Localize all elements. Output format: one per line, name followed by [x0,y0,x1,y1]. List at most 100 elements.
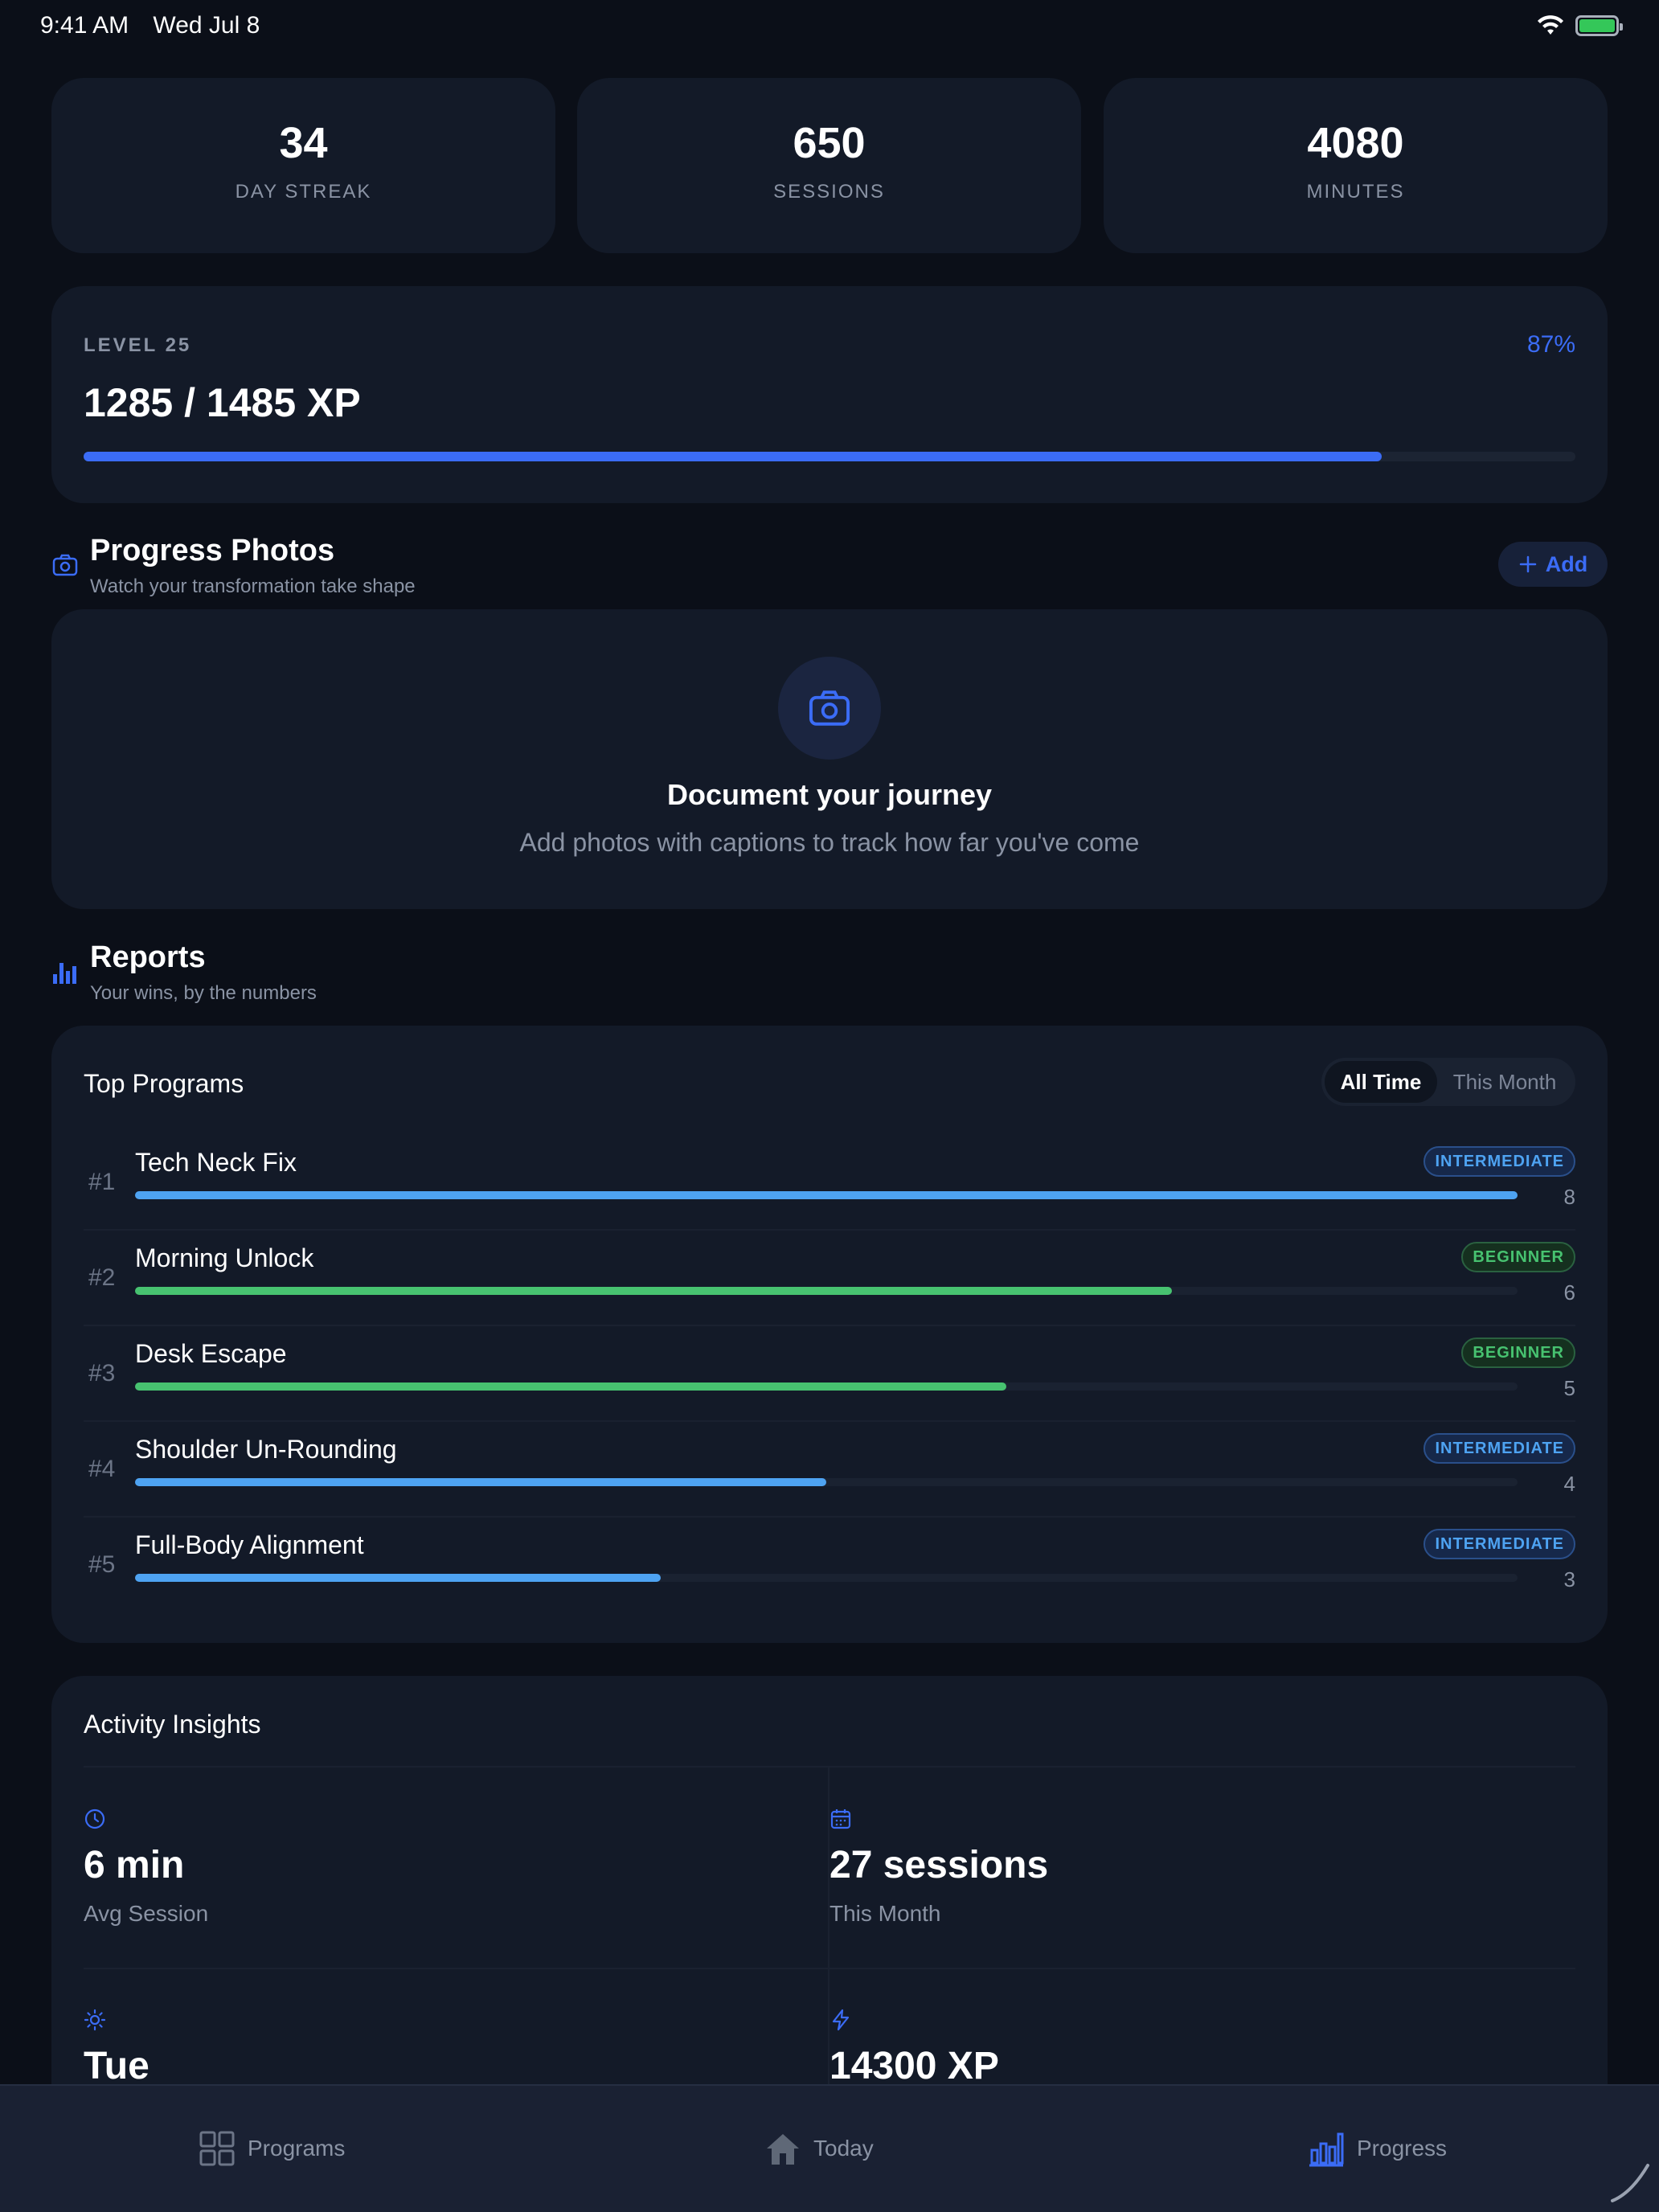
program-row[interactable]: #2 Morning Unlock BEGINNER 6 [84,1231,1575,1326]
insight-label: This Month [830,1901,941,1926]
program-name: Desk Escape [135,1339,287,1368]
segment-this-month[interactable]: This Month [1437,1061,1572,1103]
battery-icon [1575,15,1623,36]
activity-insights-title: Activity Insights [84,1710,261,1739]
program-name: Shoulder Un-Rounding [135,1435,397,1464]
status-date: Wed Jul 8 [153,12,260,39]
insight-value: 14300 XP [830,2045,999,2087]
difficulty-badge: BEGINNER [1461,1337,1575,1368]
time-range-segmented-control: All Time This Month [1321,1058,1575,1106]
top-programs-title: Top Programs [84,1069,244,1098]
progress-photos-header: Progress Photos Watch your transformatio… [51,534,1608,598]
difficulty-badge: INTERMEDIATE [1423,1146,1575,1177]
tab-label: Programs [248,2136,346,2161]
sun-icon [84,2009,106,2031]
add-photo-button[interactable]: Add [1498,542,1608,587]
home-icon [767,2134,799,2165]
bar-chart-icon [53,963,76,984]
camera-icon [52,554,78,576]
bar-chart-icon [1309,2132,1344,2167]
program-progress-bar [135,1478,1518,1486]
tab-bar: Programs Today Progress [0,2084,1659,2212]
program-name: Full-Body Alignment [135,1530,364,1559]
program-progress-bar [135,1191,1518,1199]
tab-progress[interactable]: Progress [1307,2124,1447,2173]
clock-icon [84,1809,105,1829]
status-right [1537,15,1623,36]
program-row[interactable]: #3 Desk Escape BEGINNER 5 [84,1326,1575,1422]
stat-value: 34 [279,119,328,167]
level-label: LEVEL 25 [84,334,192,356]
program-progress-fill [135,1574,661,1582]
difficulty-badge: INTERMEDIATE [1423,1433,1575,1464]
stat-card-sessions: 650 SESSIONS [577,78,1081,253]
program-name: Morning Unlock [135,1243,314,1272]
insight-value: Tue [84,2045,150,2087]
program-progress-bar [135,1382,1518,1391]
program-progress-fill [135,1191,1518,1199]
stat-value: 650 [793,119,866,167]
difficulty-badge: INTERMEDIATE [1423,1529,1575,1559]
stat-card-minutes: 4080 MINUTES [1104,78,1608,253]
insight-avg-session: 6 min Avg Session [84,1768,830,1968]
section-title: Progress Photos [90,534,335,567]
level-percent: 87% [1526,331,1575,358]
program-progress-bar [135,1287,1518,1295]
resize-handle-icon [1611,2164,1649,2202]
camera-icon [809,690,850,726]
program-session-count: 8 [1563,1185,1575,1209]
section-subtitle: Watch your transformation take shape [90,576,416,597]
status-time: 9:41 AM [40,12,129,39]
grid-icon [199,2131,235,2166]
program-row[interactable]: #5 Full-Body Alignment INTERMEDIATE 3 [84,1518,1575,1613]
lightning-icon [832,2009,850,2031]
program-session-count: 3 [1563,1567,1575,1591]
program-name: Tech Neck Fix [135,1148,297,1177]
stat-label: MINUTES [1306,181,1405,203]
program-row[interactable]: #4 Shoulder Un-Rounding INTERMEDIATE 4 [84,1422,1575,1518]
difficulty-badge: BEGINNER [1461,1242,1575,1272]
progress-photos-empty-card[interactable]: Document your journey Add photos with ca… [51,609,1608,909]
insight-value: 27 sessions [830,1844,1049,1886]
empty-state-subtitle: Add photos with captions to track how fa… [519,828,1140,857]
status-bar: 9:41 AM Wed Jul 8 [0,0,1659,51]
insight-value: 6 min [84,1844,185,1886]
level-progress-fill [84,452,1382,461]
camera-icon-circle [778,657,881,760]
status-left: 9:41 AM Wed Jul 8 [40,12,277,39]
insight-label: Avg Session [84,1901,209,1926]
level-card: LEVEL 25 87% 1285 / 1485 XP [51,286,1608,503]
program-rank: #1 [88,1169,116,1195]
program-rank: #4 [88,1456,116,1482]
calendar-icon [830,1809,851,1829]
program-row[interactable]: #1 Tech Neck Fix INTERMEDIATE 8 [84,1135,1575,1231]
tab-programs[interactable]: Programs [198,2124,345,2173]
tab-label: Today [813,2136,874,2161]
program-rank: #5 [88,1551,116,1578]
program-progress-fill [135,1478,826,1486]
level-xp: 1285 / 1485 XP [84,380,361,425]
program-progress-fill [135,1382,1006,1391]
section-subtitle: Your wins, by the numbers [90,982,317,1004]
program-session-count: 4 [1563,1472,1575,1496]
section-title: Reports [90,940,206,974]
program-progress-bar [135,1574,1518,1582]
program-rank: #2 [88,1264,116,1291]
reports-header: Reports Your wins, by the numbers [51,940,1608,1005]
wifi-icon [1538,15,1563,35]
program-session-count: 6 [1563,1280,1575,1305]
segment-all-time[interactable]: All Time [1325,1061,1437,1103]
add-button-label: Add [1545,551,1588,576]
level-progress-bar [84,452,1575,461]
program-session-count: 5 [1563,1376,1575,1400]
tab-today[interactable]: Today [764,2124,874,2173]
program-progress-fill [135,1287,1172,1295]
stat-label: DAY STREAK [235,181,372,203]
insight-this-month: 27 sessions This Month [830,1768,1575,1968]
tab-label: Progress [1357,2136,1448,2161]
top-programs-card: Top Programs All Time This Month #1 Tech … [51,1026,1608,1643]
stat-label: SESSIONS [773,181,885,203]
empty-state-title: Document your journey [666,778,993,811]
plus-icon [1519,555,1536,573]
program-rank: #3 [88,1360,116,1387]
